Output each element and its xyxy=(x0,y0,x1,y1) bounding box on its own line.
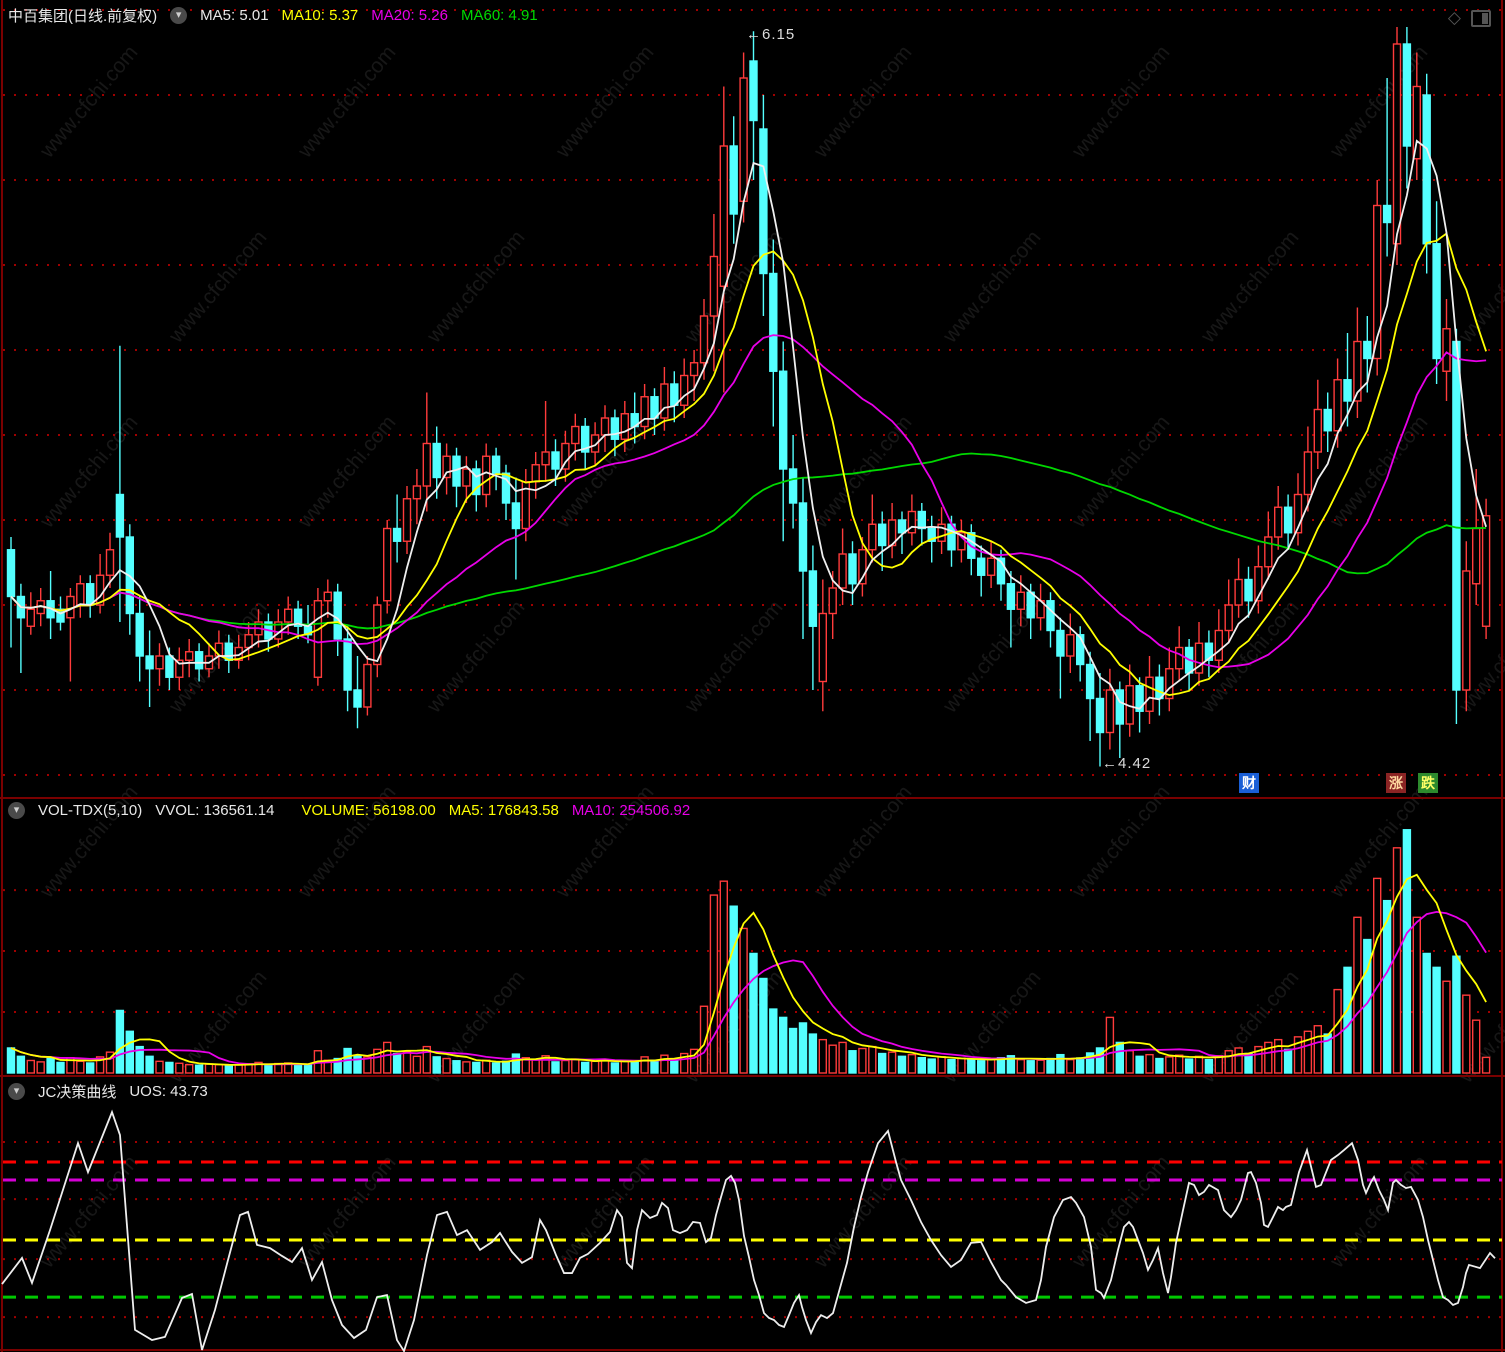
split-panel-icon[interactable] xyxy=(1471,9,1491,27)
window-controls: ◇ xyxy=(1448,8,1491,28)
ma10-label: MA10: 5.37 xyxy=(281,7,359,24)
chevron-down-icon[interactable]: ▾ xyxy=(8,802,25,819)
uos-panel-header: ▾ JC决策曲线 UOS: 43.73 xyxy=(8,1081,208,1102)
chevron-down-icon[interactable]: ▾ xyxy=(170,7,188,24)
uos-indicator-name: JC决策曲线 xyxy=(38,1084,117,1101)
ma20-label: MA20: 5.26 xyxy=(371,7,448,24)
high-price-annotation: ←6.15 xyxy=(746,26,796,43)
volume-indicator-name: VOL-TDX(5,10) xyxy=(38,802,143,819)
stock-chart-app: www.cfchi.com www.cfchi.com www.cfchi.com w… xyxy=(0,0,1505,1352)
volume-panel-header: ▾ VOL-TDX(5,10) VVOL: 136561.14 VOLUME: … xyxy=(8,802,690,819)
chart-canvas[interactable] xyxy=(0,0,1505,1352)
badge-rise[interactable]: 涨 xyxy=(1386,773,1406,793)
badge-fall[interactable]: 跌 xyxy=(1418,773,1438,793)
vol-ma5-label: MA5: 176843.58 xyxy=(448,802,559,819)
vvol-label: VVOL: 136561.14 xyxy=(155,802,275,819)
volume-label: VOLUME: 56198.00 xyxy=(301,802,436,819)
stock-title: 中百集团(日线.前复权) xyxy=(8,8,158,25)
low-price-annotation: ←4.42 xyxy=(1102,755,1152,772)
ma5-label: MA5: 5.01 xyxy=(200,7,269,24)
chevron-down-icon[interactable]: ▾ xyxy=(8,1083,25,1100)
diamond-icon[interactable]: ◇ xyxy=(1448,8,1461,28)
uos-value: UOS: 43.73 xyxy=(129,1083,208,1100)
ma60-label: MA60: 4.91 xyxy=(460,7,538,24)
main-panel-header: 中百集团(日线.前复权) ▾ MA5: 5.01 MA10: 5.37 MA20… xyxy=(8,5,538,26)
vol-ma10-label: MA10: 254506.92 xyxy=(571,802,691,819)
badge-finance[interactable]: 财 xyxy=(1239,773,1259,793)
